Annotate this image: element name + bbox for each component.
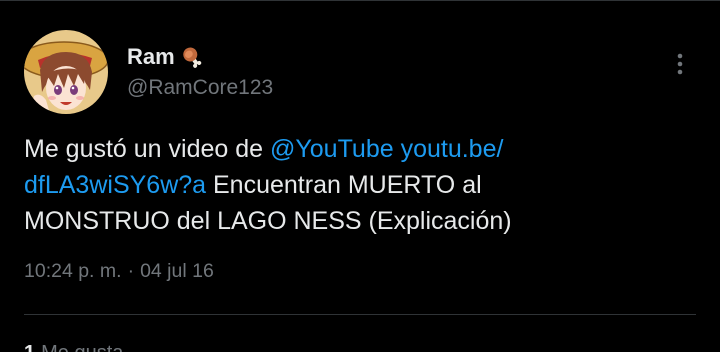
divider xyxy=(0,0,720,1)
url-link-part1[interactable]: youtu.be/ xyxy=(394,135,504,163)
likes-stat[interactable]: 1 Me gusta xyxy=(24,341,123,352)
tweet-timestamp[interactable]: 10:24 p. m. · 04 jul 16 xyxy=(24,258,214,284)
mention-link[interactable]: @YouTube xyxy=(270,135,394,163)
tweet-date[interactable]: 04 jul 16 xyxy=(140,258,214,284)
avatar[interactable] xyxy=(24,30,108,114)
more-vertical-icon xyxy=(677,53,683,75)
timestamp-separator: · xyxy=(127,260,135,282)
likes-label: Me gusta xyxy=(41,341,123,352)
tweet-text: Me gustó un video de @YouTube youtu.be/ … xyxy=(24,131,664,239)
tweet-text-intro: Me gustó un video de xyxy=(24,135,270,163)
avatar-image xyxy=(24,30,108,114)
display-name-row[interactable]: Ram xyxy=(127,43,203,71)
likes-count: 1 xyxy=(24,341,35,352)
divider xyxy=(24,314,696,315)
meat-on-bone-icon xyxy=(182,47,201,68)
tweet-detail: Ram @RamCore123 Me gustó un video de @Yo… xyxy=(0,0,720,352)
tweet-time[interactable]: 10:24 p. m. xyxy=(24,258,122,284)
user-handle[interactable]: @RamCore123 xyxy=(127,75,273,101)
display-name[interactable]: Ram xyxy=(127,43,175,71)
more-options-button[interactable] xyxy=(666,48,694,80)
url-link-part2[interactable]: dfLA3wiSY6w?a xyxy=(24,171,206,199)
